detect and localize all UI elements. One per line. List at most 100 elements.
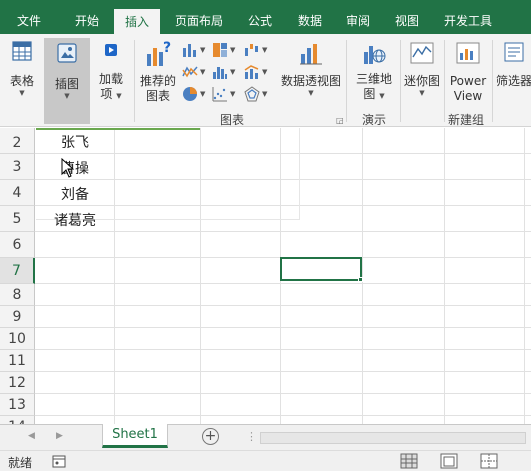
row-gridline: [35, 415, 531, 416]
power-view-label-1: Power: [449, 74, 487, 88]
group-separator: [492, 40, 493, 122]
chevron-down-icon: ▼: [200, 68, 206, 76]
line-chart-icon[interactable]: [182, 64, 198, 80]
chevron-down-icon: ▼: [308, 89, 314, 97]
ribbon: 表格 ▼ 插图 ▼ 加载 项 ▼ ? 推荐的 图表 ▼ ▼ ▼ ▼ ▼ ▼ ▼ …: [0, 34, 531, 127]
hierarchy-chart-icon[interactable]: [212, 42, 228, 58]
row-header[interactable]: 11: [0, 350, 35, 372]
row-gridline: [35, 393, 531, 394]
group-separator: [346, 40, 347, 122]
addins-button[interactable]: 加载 项 ▼: [94, 40, 128, 102]
row-header[interactable]: 10: [0, 328, 35, 350]
row-header[interactable]: 13: [0, 394, 35, 416]
worksheet-grid[interactable]: 2 3 4 5 6 7 8 9 10 11 12 13 14 张飞 曹操 刘备 …: [0, 128, 531, 424]
tab-data[interactable]: 数据: [290, 8, 330, 34]
macro-record-icon[interactable]: [52, 455, 66, 468]
row-header-selected[interactable]: 7: [0, 258, 35, 284]
recommended-charts-button[interactable]: ? 推荐的 图表: [138, 40, 178, 104]
status-bar: 就绪: [0, 450, 531, 471]
svg-text:?: ?: [163, 40, 171, 56]
status-text: 就绪: [8, 456, 33, 470]
table-button[interactable]: 表格 ▼: [4, 40, 40, 98]
chevron-down-icon: ▼: [200, 90, 206, 98]
sheet-tab-bar: ◀ ▶ Sheet1 + ⋮: [0, 424, 531, 450]
row-header[interactable]: 8: [0, 284, 35, 306]
active-cell[interactable]: [280, 257, 362, 281]
radar-chart-icon[interactable]: [244, 86, 260, 102]
table-icon: [12, 41, 32, 61]
illustrations-icon: [57, 43, 77, 63]
recommended-charts-label-2: 图表: [145, 89, 170, 103]
row-header[interactable]: 14: [0, 416, 35, 424]
scatter-chart-icon[interactable]: [212, 86, 228, 102]
group-label-charts: 图表: [220, 113, 245, 127]
illustrations-button[interactable]: 插图 ▼: [44, 38, 90, 124]
pie-chart-icon[interactable]: [182, 86, 198, 102]
sheet-bar-options-icon[interactable]: ⋮: [246, 430, 257, 443]
tab-home[interactable]: 开始: [64, 8, 110, 34]
row-header[interactable]: 9: [0, 306, 35, 328]
row-header[interactable]: 4: [0, 180, 35, 206]
row-gridline: [35, 305, 531, 306]
add-sheet-button[interactable]: +: [202, 428, 219, 445]
recommended-charts-icon: ?: [147, 40, 171, 66]
tab-view[interactable]: 视图: [387, 8, 427, 34]
sparklines-label: 迷你图: [403, 74, 440, 88]
page-layout-view-icon[interactable]: [440, 453, 458, 469]
row-gridline: [35, 327, 531, 328]
scroll-last-sheet-icon[interactable]: ▶: [56, 431, 63, 441]
fill-handle[interactable]: [358, 277, 363, 282]
column-gridline: [524, 128, 525, 424]
page-break-view-icon[interactable]: [480, 453, 498, 469]
tab-insert[interactable]: 插入: [114, 9, 160, 34]
column-chart-icon[interactable]: [182, 42, 198, 58]
chevron-down-icon: ▼: [200, 46, 206, 54]
pivot-chart-button[interactable]: 数据透视图 ▼: [278, 40, 344, 98]
row-header[interactable]: 12: [0, 372, 35, 394]
horizontal-scrollbar[interactable]: [260, 432, 526, 444]
addins-icon: [105, 44, 117, 56]
row-header[interactable]: 2: [0, 128, 35, 154]
group-label-new-group: 新建组: [448, 113, 485, 127]
power-view-button[interactable]: Power View: [446, 40, 490, 104]
tab-developer[interactable]: 开发工具: [436, 8, 500, 34]
filter-button[interactable]: 筛选器: [494, 40, 531, 89]
normal-view-icon[interactable]: [400, 453, 418, 469]
group-separator: [400, 40, 401, 122]
group-separator: [444, 40, 445, 122]
sparklines-button[interactable]: 迷你图 ▼: [402, 40, 442, 98]
pivot-chart-icon: [300, 44, 322, 65]
scroll-first-sheet-icon[interactable]: ◀: [28, 431, 35, 441]
row-header[interactable]: 6: [0, 232, 35, 258]
filter-icon: [504, 42, 524, 62]
3d-map-button[interactable]: 三维地 图 ▼: [352, 40, 396, 102]
table-label: 表格: [9, 74, 34, 88]
cell-a3[interactable]: 曹操: [36, 158, 114, 180]
power-view-icon: [456, 42, 480, 64]
filter-label: 筛选器: [495, 74, 531, 88]
row-header[interactable]: 5: [0, 206, 35, 232]
ribbon-tab-bar: 文件 开始 插入 页面布局 公式 数据 审阅 视图 开发工具: [0, 0, 531, 34]
row-gridline: [35, 371, 531, 372]
group-separator: [134, 40, 135, 122]
column-gridline: [444, 128, 445, 424]
tab-formulas[interactable]: 公式: [240, 8, 280, 34]
tab-review[interactable]: 审阅: [338, 8, 378, 34]
tab-page-layout[interactable]: 页面布局: [168, 8, 230, 34]
waterfall-chart-icon[interactable]: [244, 42, 260, 58]
row-header[interactable]: 3: [0, 154, 35, 180]
row-gridline: [35, 349, 531, 350]
sheet-tab-sheet1[interactable]: Sheet1: [102, 424, 168, 448]
combo-chart-icon[interactable]: [244, 64, 260, 80]
globe-icon: [364, 46, 386, 64]
cell-a4[interactable]: 刘备: [36, 184, 114, 206]
statistic-chart-icon[interactable]: [212, 64, 228, 80]
cell-a5[interactable]: 诸葛亮: [36, 210, 114, 232]
chevron-down-icon: ▼: [419, 89, 425, 97]
chevron-down-icon: ▼: [262, 46, 268, 54]
dialog-launcher-icon[interactable]: ◲: [336, 116, 344, 125]
cell-a2[interactable]: 张飞: [36, 132, 114, 154]
chevron-down-icon: ▼: [230, 68, 236, 76]
addins-label-2: 项 ▼: [100, 87, 122, 101]
tab-file[interactable]: 文件: [6, 8, 52, 34]
